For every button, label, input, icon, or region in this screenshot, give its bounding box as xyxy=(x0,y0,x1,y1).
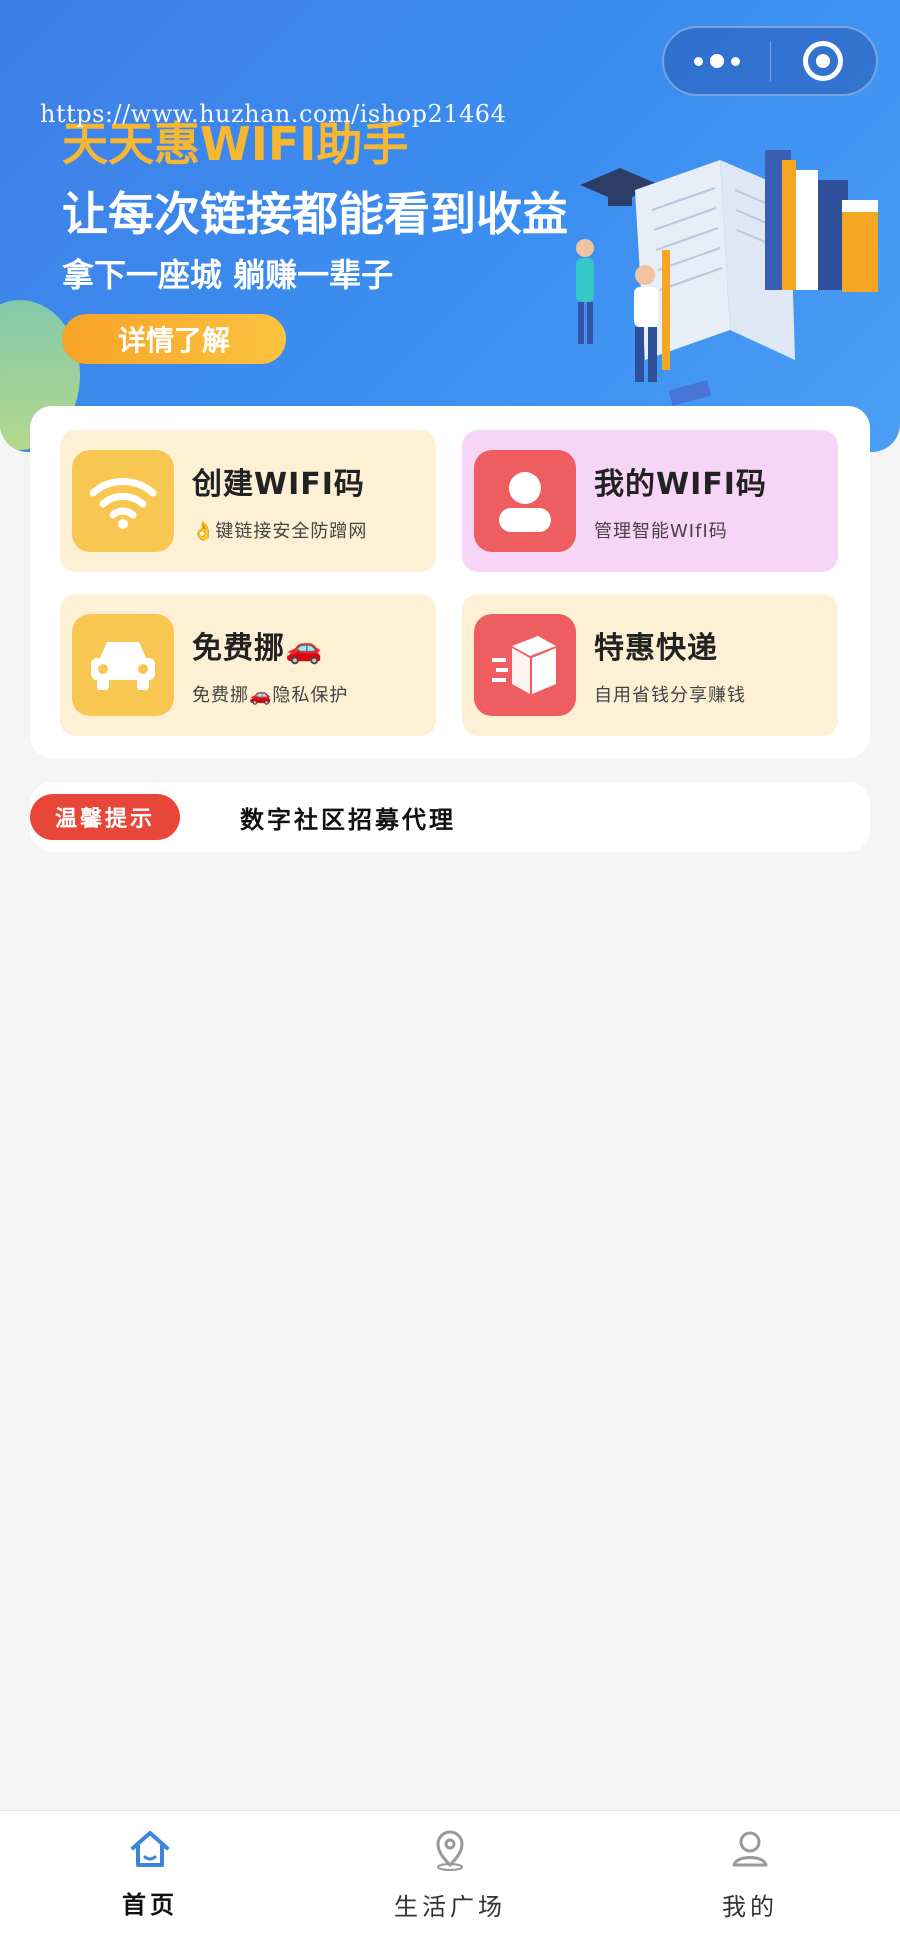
tile-title: 我的WIFI码 xyxy=(594,467,767,502)
notice-bar[interactable]: 温馨提示 数字社区招募代理 xyxy=(30,782,870,852)
feature-card: 创建WIFI码 👌键链接安全防蹭网 我的WIFI码 管理智能WIfI码 免费挪🚗… xyxy=(30,406,870,758)
tab-home[interactable]: 首页 xyxy=(0,1811,300,1934)
notice-message[interactable]: 数字社区招募代理 xyxy=(240,800,456,835)
profile-icon xyxy=(732,1831,768,1867)
banner-subtitle: 让每次链接都能看到收益 xyxy=(62,187,568,241)
banner-slogan: 拿下一座城 躺赚一辈子 xyxy=(62,256,394,294)
tab-life-plaza[interactable]: 生活广场 xyxy=(300,1811,600,1934)
tab-mine[interactable]: 我的 xyxy=(600,1811,900,1934)
car-icon xyxy=(72,614,174,716)
books-illustration xyxy=(576,150,878,406)
close-mini-program-button[interactable] xyxy=(771,28,877,94)
watermark-text: https://www.huzhan.com/ishop21464 xyxy=(40,100,507,128)
more-dots-icon xyxy=(693,54,740,68)
discount-express-tile[interactable]: 特惠快递 自用省钱分享赚钱 xyxy=(462,594,838,736)
tab-label: 生活广场 xyxy=(394,1893,506,1921)
tile-desc: 免费挪🚗隐私保护 xyxy=(192,685,349,706)
tile-desc: 管理智能WIfI码 xyxy=(594,521,728,542)
mini-program-capsule xyxy=(662,26,878,96)
details-button[interactable]: 详情了解 xyxy=(62,314,286,364)
user-icon xyxy=(474,450,576,552)
tab-label: 首页 xyxy=(122,1891,178,1919)
notice-tag: 温馨提示 xyxy=(30,794,180,840)
location-icon xyxy=(436,1830,464,1871)
wifi-icon xyxy=(72,450,174,552)
tile-desc: 自用省钱分享赚钱 xyxy=(594,685,746,706)
more-button[interactable] xyxy=(664,28,770,94)
move-car-tile[interactable]: 免费挪🚗 免费挪🚗隐私保护 xyxy=(60,594,436,736)
tab-label: 我的 xyxy=(722,1893,778,1921)
package-icon xyxy=(474,614,576,716)
create-wifi-code-tile[interactable]: 创建WIFI码 👌键链接安全防蹭网 xyxy=(60,430,436,572)
hero-banner[interactable]: https://www.huzhan.com/ishop21464 天天惠WIF… xyxy=(0,0,900,452)
tile-desc: 👌键链接安全防蹭网 xyxy=(192,521,368,542)
tile-title: 特惠快递 xyxy=(594,631,718,666)
tile-title: 创建WIFI码 xyxy=(192,467,365,502)
my-wifi-code-tile[interactable]: 我的WIFI码 管理智能WIfI码 xyxy=(462,430,838,572)
home-icon xyxy=(131,1831,169,1867)
bottom-tab-bar: 首页 生活广场 我的 xyxy=(0,1810,900,1934)
tile-title: 免费挪🚗 xyxy=(192,631,324,666)
target-icon xyxy=(803,41,844,81)
